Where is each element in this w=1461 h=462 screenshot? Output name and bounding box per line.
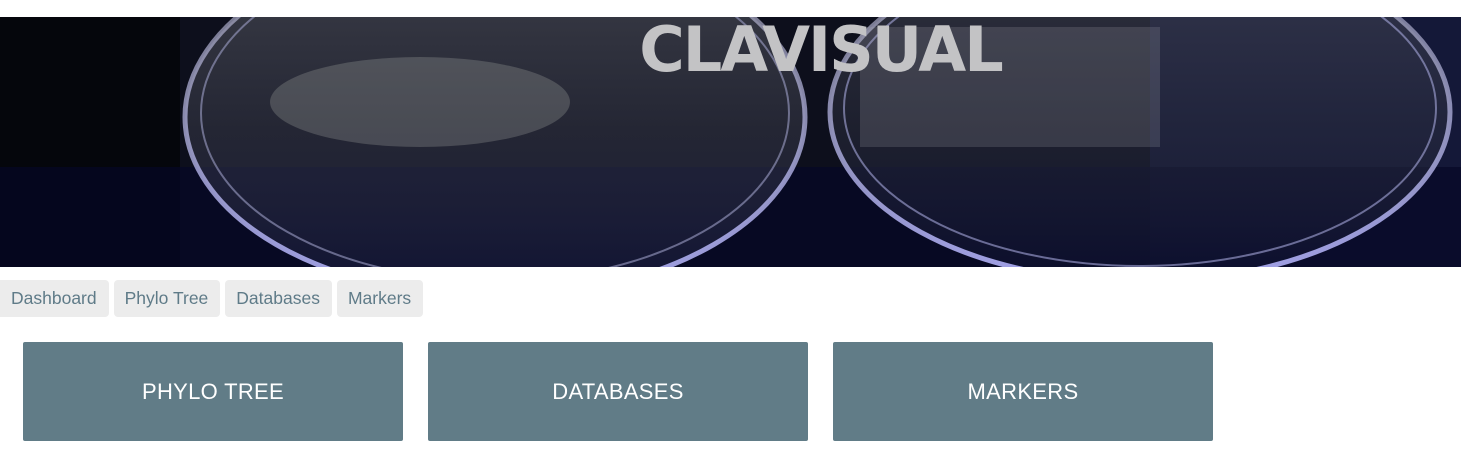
nav-item-databases[interactable]: Databases	[225, 280, 332, 317]
tile-label: MARKERS	[967, 378, 1079, 404]
main-nav: Dashboard Phylo Tree Databases Markers	[0, 280, 1461, 317]
tile-markers[interactable]: MARKERS	[833, 342, 1213, 441]
site-title: CLAVISUAL	[639, 17, 1003, 86]
tile-label: DATABASES	[552, 378, 684, 404]
nav-item-markers[interactable]: Markers	[336, 280, 424, 317]
banner: CLAVISUAL	[0, 17, 1461, 267]
tile-label: PHYLO TREE	[142, 378, 284, 404]
tile-phylo-tree[interactable]: PHYLO TREE	[23, 342, 403, 441]
tile-databases[interactable]: DATABASES	[428, 342, 808, 441]
nav-item-dashboard[interactable]: Dashboard	[0, 280, 109, 317]
nav-item-phylo-tree[interactable]: Phylo Tree	[113, 280, 221, 317]
top-spacer	[0, 0, 1461, 17]
tile-grid: PHYLO TREE DATABASES MARKERS	[0, 342, 1461, 441]
